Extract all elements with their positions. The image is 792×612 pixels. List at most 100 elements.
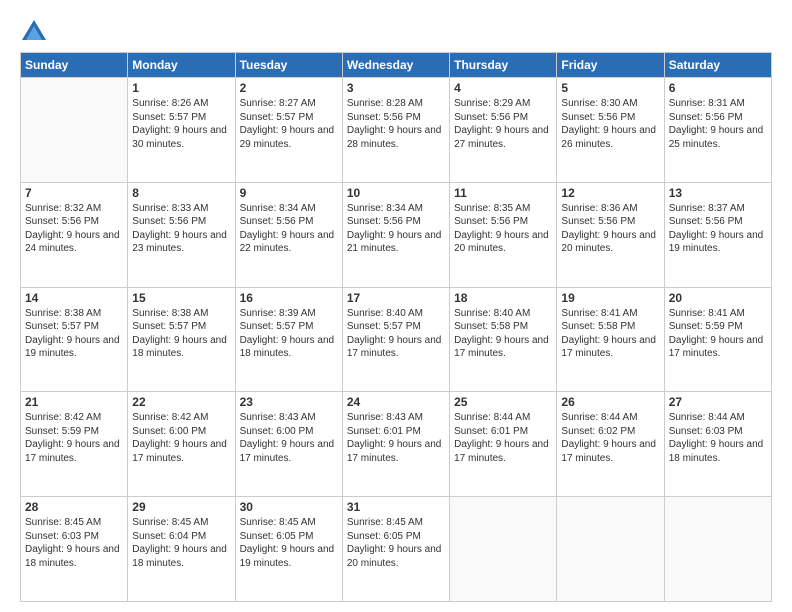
day-cell: 28Sunrise: 8:45 AMSunset: 6:03 PMDayligh… <box>21 497 128 602</box>
day-info: Sunrise: 8:29 AMSunset: 5:56 PMDaylight:… <box>454 97 552 151</box>
day-info: Sunrise: 8:40 AMSunset: 5:57 PMDaylight:… <box>347 307 445 361</box>
day-info: Sunrise: 8:36 AMSunset: 5:56 PMDaylight:… <box>561 202 659 256</box>
day-number: 29 <box>132 500 230 514</box>
day-cell <box>21 78 128 183</box>
day-cell: 18 Sunrise: 8:40 AMSunset: 5:58 PMDayligh… <box>450 287 557 392</box>
day-cell: 27 Sunrise: 8:44 AMSunset: 6:03 PMDayligh… <box>664 392 771 497</box>
day-cell: 11Sunrise: 8:35 AMSunset: 5:56 PMDayligh… <box>450 182 557 287</box>
logo-icon <box>20 16 48 44</box>
day-info: Sunrise: 8:44 AMSunset: 6:01 PMDaylight:… <box>454 411 552 465</box>
day-number: 26 <box>561 395 659 409</box>
day-info: Sunrise: 8:44 AMSunset: 6:02 PMDaylight:… <box>561 411 659 465</box>
day-info: Sunrise: 8:44 AMSunset: 6:03 PMDaylight:… <box>669 411 767 465</box>
day-number: 17 <box>347 291 445 305</box>
page: SundayMondayTuesdayWednesdayThursdayFrid… <box>0 0 792 612</box>
day-info: Sunrise: 8:39 AMSunset: 5:57 PMDaylight:… <box>240 307 338 361</box>
day-cell: 14 Sunrise: 8:38 AMSunset: 5:57 PMDayligh… <box>21 287 128 392</box>
weekday-header-wednesday: Wednesday <box>342 53 449 78</box>
day-cell: 17 Sunrise: 8:40 AMSunset: 5:57 PMDayligh… <box>342 287 449 392</box>
weekday-header-sunday: Sunday <box>21 53 128 78</box>
day-cell: 6 Sunrise: 8:31 AMSunset: 5:56 PMDaylight… <box>664 78 771 183</box>
day-info: Sunrise: 8:31 AMSunset: 5:56 PMDaylight:… <box>669 97 767 151</box>
day-info: Sunrise: 8:30 AMSunset: 5:56 PMDaylight:… <box>561 97 659 151</box>
day-info: Sunrise: 8:41 AMSunset: 5:58 PMDaylight:… <box>561 307 659 361</box>
day-cell: 3 Sunrise: 8:28 AMSunset: 5:56 PMDaylight… <box>342 78 449 183</box>
day-number: 4 <box>454 81 552 95</box>
day-number: 12 <box>561 186 659 200</box>
day-cell: 26 Sunrise: 8:44 AMSunset: 6:02 PMDayligh… <box>557 392 664 497</box>
week-row-3: 14 Sunrise: 8:38 AMSunset: 5:57 PMDayligh… <box>21 287 772 392</box>
day-cell: 13 Sunrise: 8:37 AMSunset: 5:56 PMDayligh… <box>664 182 771 287</box>
day-number: 1 <box>132 81 230 95</box>
day-number: 21 <box>25 395 123 409</box>
week-row-5: 28Sunrise: 8:45 AMSunset: 6:03 PMDayligh… <box>21 497 772 602</box>
day-cell <box>557 497 664 602</box>
day-number: 2 <box>240 81 338 95</box>
day-cell: 30 Sunrise: 8:45 AMSunset: 6:05 PMDayligh… <box>235 497 342 602</box>
weekday-header-thursday: Thursday <box>450 53 557 78</box>
day-cell: 31Sunrise: 8:45 AMSunset: 6:05 PMDayligh… <box>342 497 449 602</box>
day-info: Sunrise: 8:34 AMSunset: 5:56 PMDaylight:… <box>240 202 338 256</box>
day-info: Sunrise: 8:42 AMSunset: 5:59 PMDaylight:… <box>25 411 123 465</box>
day-number: 6 <box>669 81 767 95</box>
day-number: 23 <box>240 395 338 409</box>
day-info: Sunrise: 8:37 AMSunset: 5:56 PMDaylight:… <box>669 202 767 256</box>
day-cell: 22Sunrise: 8:42 AMSunset: 6:00 PMDayligh… <box>128 392 235 497</box>
day-info: Sunrise: 8:33 AMSunset: 5:56 PMDaylight:… <box>132 202 230 256</box>
day-number: 11 <box>454 186 552 200</box>
day-cell <box>664 497 771 602</box>
day-number: 8 <box>132 186 230 200</box>
day-number: 27 <box>669 395 767 409</box>
day-number: 18 <box>454 291 552 305</box>
day-cell: 2 Sunrise: 8:27 AMSunset: 5:57 PMDaylight… <box>235 78 342 183</box>
day-number: 19 <box>561 291 659 305</box>
day-cell: 10 Sunrise: 8:34 AMSunset: 5:56 PMDayligh… <box>342 182 449 287</box>
day-number: 13 <box>669 186 767 200</box>
day-number: 10 <box>347 186 445 200</box>
day-cell: 23Sunrise: 8:43 AMSunset: 6:00 PMDayligh… <box>235 392 342 497</box>
day-info: Sunrise: 8:34 AMSunset: 5:56 PMDaylight:… <box>347 202 445 256</box>
day-cell: 16 Sunrise: 8:39 AMSunset: 5:57 PMDayligh… <box>235 287 342 392</box>
day-number: 14 <box>25 291 123 305</box>
week-row-2: 7 Sunrise: 8:32 AMSunset: 5:56 PMDaylight… <box>21 182 772 287</box>
day-number: 24 <box>347 395 445 409</box>
day-number: 28 <box>25 500 123 514</box>
day-info: Sunrise: 8:40 AMSunset: 5:58 PMDaylight:… <box>454 307 552 361</box>
day-info: Sunrise: 8:45 AMSunset: 6:05 PMDaylight:… <box>240 516 338 570</box>
day-cell: 12 Sunrise: 8:36 AMSunset: 5:56 PMDayligh… <box>557 182 664 287</box>
day-cell: 19 Sunrise: 8:41 AMSunset: 5:58 PMDayligh… <box>557 287 664 392</box>
day-cell <box>450 497 557 602</box>
day-cell: 1 Sunrise: 8:26 AMSunset: 5:57 PMDaylight… <box>128 78 235 183</box>
weekday-header-friday: Friday <box>557 53 664 78</box>
day-cell: 8 Sunrise: 8:33 AMSunset: 5:56 PMDaylight… <box>128 182 235 287</box>
day-info: Sunrise: 8:42 AMSunset: 6:00 PMDaylight:… <box>132 411 230 465</box>
day-info: Sunrise: 8:45 AMSunset: 6:04 PMDaylight:… <box>132 516 230 570</box>
day-number: 16 <box>240 291 338 305</box>
day-info: Sunrise: 8:43 AMSunset: 6:01 PMDaylight:… <box>347 411 445 465</box>
day-number: 15 <box>132 291 230 305</box>
day-info: Sunrise: 8:41 AMSunset: 5:59 PMDaylight:… <box>669 307 767 361</box>
day-number: 30 <box>240 500 338 514</box>
day-info: Sunrise: 8:27 AMSunset: 5:57 PMDaylight:… <box>240 97 338 151</box>
day-number: 7 <box>25 186 123 200</box>
weekday-header-saturday: Saturday <box>664 53 771 78</box>
day-info: Sunrise: 8:32 AMSunset: 5:56 PMDaylight:… <box>25 202 123 256</box>
day-cell: 29 Sunrise: 8:45 AMSunset: 6:04 PMDayligh… <box>128 497 235 602</box>
day-info: Sunrise: 8:38 AMSunset: 5:57 PMDaylight:… <box>25 307 123 361</box>
day-cell: 21 Sunrise: 8:42 AMSunset: 5:59 PMDayligh… <box>21 392 128 497</box>
day-cell: 7 Sunrise: 8:32 AMSunset: 5:56 PMDaylight… <box>21 182 128 287</box>
weekday-header-tuesday: Tuesday <box>235 53 342 78</box>
weekday-header-row: SundayMondayTuesdayWednesdayThursdayFrid… <box>21 53 772 78</box>
day-cell: 25 Sunrise: 8:44 AMSunset: 6:01 PMDayligh… <box>450 392 557 497</box>
logo <box>20 16 50 44</box>
day-number: 25 <box>454 395 552 409</box>
day-cell: 15Sunrise: 8:38 AMSunset: 5:57 PMDayligh… <box>128 287 235 392</box>
day-number: 3 <box>347 81 445 95</box>
day-cell: 5Sunrise: 8:30 AMSunset: 5:56 PMDaylight… <box>557 78 664 183</box>
calendar: SundayMondayTuesdayWednesdayThursdayFrid… <box>20 52 772 602</box>
header <box>20 16 772 44</box>
weekday-header-monday: Monday <box>128 53 235 78</box>
day-cell: 24 Sunrise: 8:43 AMSunset: 6:01 PMDayligh… <box>342 392 449 497</box>
day-info: Sunrise: 8:26 AMSunset: 5:57 PMDaylight:… <box>132 97 230 151</box>
day-info: Sunrise: 8:28 AMSunset: 5:56 PMDaylight:… <box>347 97 445 151</box>
